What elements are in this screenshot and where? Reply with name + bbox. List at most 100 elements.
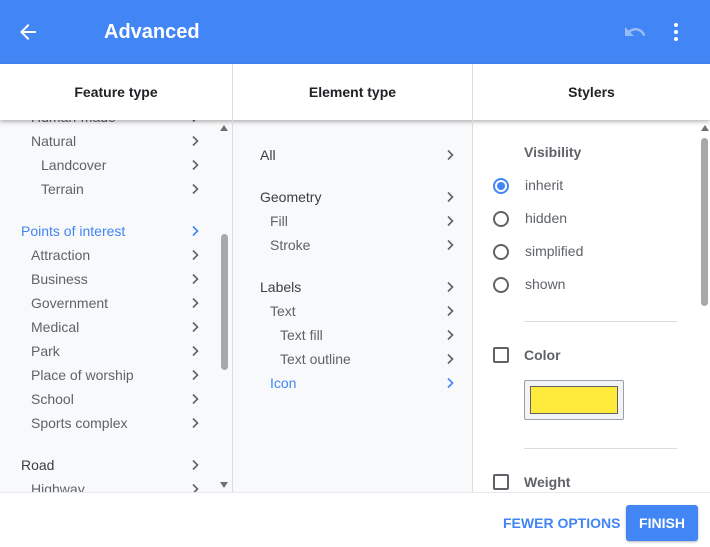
chevron-right-icon — [192, 249, 199, 261]
checkbox-unchecked-icon — [493, 347, 509, 363]
chevron-right-icon — [192, 135, 199, 147]
feature-item-sports-complex[interactable]: Sports complex — [0, 411, 218, 435]
element-item-label: Text fill — [280, 327, 323, 343]
feature-item-points-of-interest[interactable]: Points of interest — [0, 219, 218, 243]
feature-item-attraction[interactable]: Attraction — [0, 243, 218, 267]
chevron-right-icon — [447, 377, 454, 389]
feature-item-road[interactable]: Road — [0, 453, 218, 477]
column-divider — [472, 64, 473, 492]
scroll-up-arrow-icon[interactable] — [220, 125, 228, 131]
chevron-right-icon — [447, 329, 454, 341]
visibility-option-simplified[interactable]: simplified — [491, 239, 651, 263]
feature-item-school[interactable]: School — [0, 387, 218, 411]
feature-item-label: Medical — [31, 319, 80, 335]
more-options-button[interactable] — [664, 20, 688, 44]
feature-item-business[interactable]: Business — [0, 267, 218, 291]
chevron-right-icon — [192, 159, 199, 171]
feature-type-header: Feature type — [74, 84, 158, 100]
visibility-option-inherit[interactable]: inherit — [491, 173, 651, 197]
radio-label: hidden — [525, 210, 568, 226]
finish-button[interactable]: FINISH — [626, 505, 698, 541]
feature-item-label: Attraction — [31, 247, 91, 263]
feature-item-label: Human-made — [31, 120, 116, 129]
element-item-text-fill[interactable]: Text fill — [233, 323, 460, 347]
chevron-right-icon — [192, 225, 199, 237]
feature-item-place-of-worship[interactable]: Place of worship — [0, 363, 218, 387]
feature-type-list: Human-made Natural Landcover Terrain Poi… — [0, 120, 232, 492]
element-item-label: Geometry — [260, 189, 322, 205]
scroll-thumb[interactable] — [221, 234, 228, 370]
feature-item-label: Points of interest — [21, 223, 126, 239]
fewer-options-button[interactable]: FEWER OPTIONS — [497, 505, 626, 541]
scroll-up-arrow-icon[interactable] — [701, 125, 709, 131]
chevron-right-icon — [192, 183, 199, 195]
feature-item-human-made[interactable]: Human-made — [0, 120, 218, 129]
radio-checked-icon — [493, 178, 509, 194]
visibility-option-hidden[interactable]: hidden — [491, 206, 651, 230]
scroll-down-arrow-icon[interactable] — [220, 482, 228, 488]
color-picker-button[interactable] — [524, 380, 624, 420]
feature-item-landcover[interactable]: Landcover — [0, 153, 218, 177]
chevron-right-icon — [447, 191, 454, 203]
feature-item-label: School — [31, 391, 74, 407]
element-item-icon[interactable]: Icon — [233, 371, 460, 395]
feature-item-government[interactable]: Government — [0, 291, 218, 315]
chevron-right-icon — [447, 281, 454, 293]
feature-item-label: Road — [21, 457, 55, 473]
more-vert-icon — [674, 23, 678, 41]
element-item-text[interactable]: Text — [233, 299, 460, 323]
radio-label: shown — [525, 276, 566, 292]
element-item-fill[interactable]: Fill — [233, 209, 460, 233]
element-item-label: All — [260, 147, 276, 163]
feature-list-scrollbar[interactable] — [220, 120, 228, 492]
feature-item-terrain[interactable]: Terrain — [0, 177, 218, 201]
feature-item-medical[interactable]: Medical — [0, 315, 218, 339]
stylers-scrollbar[interactable] — [701, 120, 709, 492]
visibility-title: Visibility — [524, 144, 582, 160]
chevron-right-icon — [192, 483, 199, 492]
chevron-right-icon — [192, 417, 199, 429]
visibility-option-shown[interactable]: shown — [491, 272, 651, 296]
color-checkbox[interactable]: Color — [493, 343, 613, 367]
chevron-right-icon — [447, 353, 454, 365]
chevron-right-icon — [447, 305, 454, 317]
radio-label: inherit — [525, 177, 564, 193]
chevron-right-icon — [447, 239, 454, 251]
scroll-thumb[interactable] — [701, 138, 708, 306]
feature-item-highway[interactable]: Highway — [0, 477, 218, 492]
feature-item-natural[interactable]: Natural — [0, 129, 218, 153]
page-title: Advanced — [104, 21, 200, 43]
checkbox-unchecked-icon — [493, 474, 509, 490]
chevron-right-icon — [192, 120, 196, 123]
weight-checkbox[interactable]: Weight — [493, 470, 613, 492]
radio-unchecked-icon — [493, 277, 509, 293]
element-item-labels[interactable]: Labels — [233, 275, 460, 299]
chevron-right-icon — [447, 149, 454, 161]
element-item-stroke[interactable]: Stroke — [233, 233, 460, 257]
chevron-right-icon — [192, 273, 199, 285]
element-item-label: Fill — [270, 213, 288, 229]
feature-item-label: Natural — [31, 133, 77, 149]
element-item-label: Text outline — [280, 351, 351, 367]
radio-unchecked-icon — [493, 244, 509, 260]
chevron-right-icon — [192, 459, 199, 471]
chevron-right-icon — [192, 297, 199, 309]
element-item-geometry[interactable]: Geometry — [233, 185, 460, 209]
undo-button[interactable] — [623, 20, 647, 44]
feature-item-label: Sports complex — [31, 415, 128, 431]
weight-label: Weight — [524, 474, 571, 490]
feature-item-park[interactable]: Park — [0, 339, 218, 363]
radio-unchecked-icon — [493, 211, 509, 227]
feature-item-label: Park — [31, 343, 60, 359]
stylers-header: Stylers — [568, 84, 615, 100]
feature-item-label: Terrain — [41, 181, 84, 197]
element-item-all[interactable]: All — [233, 143, 460, 167]
element-type-list: All Geometry Fill Stroke Labels Text Tex… — [233, 120, 472, 492]
element-item-text-outline[interactable]: Text outline — [233, 347, 460, 371]
chevron-right-icon — [192, 345, 199, 357]
element-item-label: Stroke — [270, 237, 311, 253]
feature-item-label: Government — [31, 295, 109, 311]
app-bar: Advanced — [0, 0, 710, 64]
chevron-right-icon — [192, 393, 199, 405]
back-button[interactable] — [16, 20, 40, 44]
